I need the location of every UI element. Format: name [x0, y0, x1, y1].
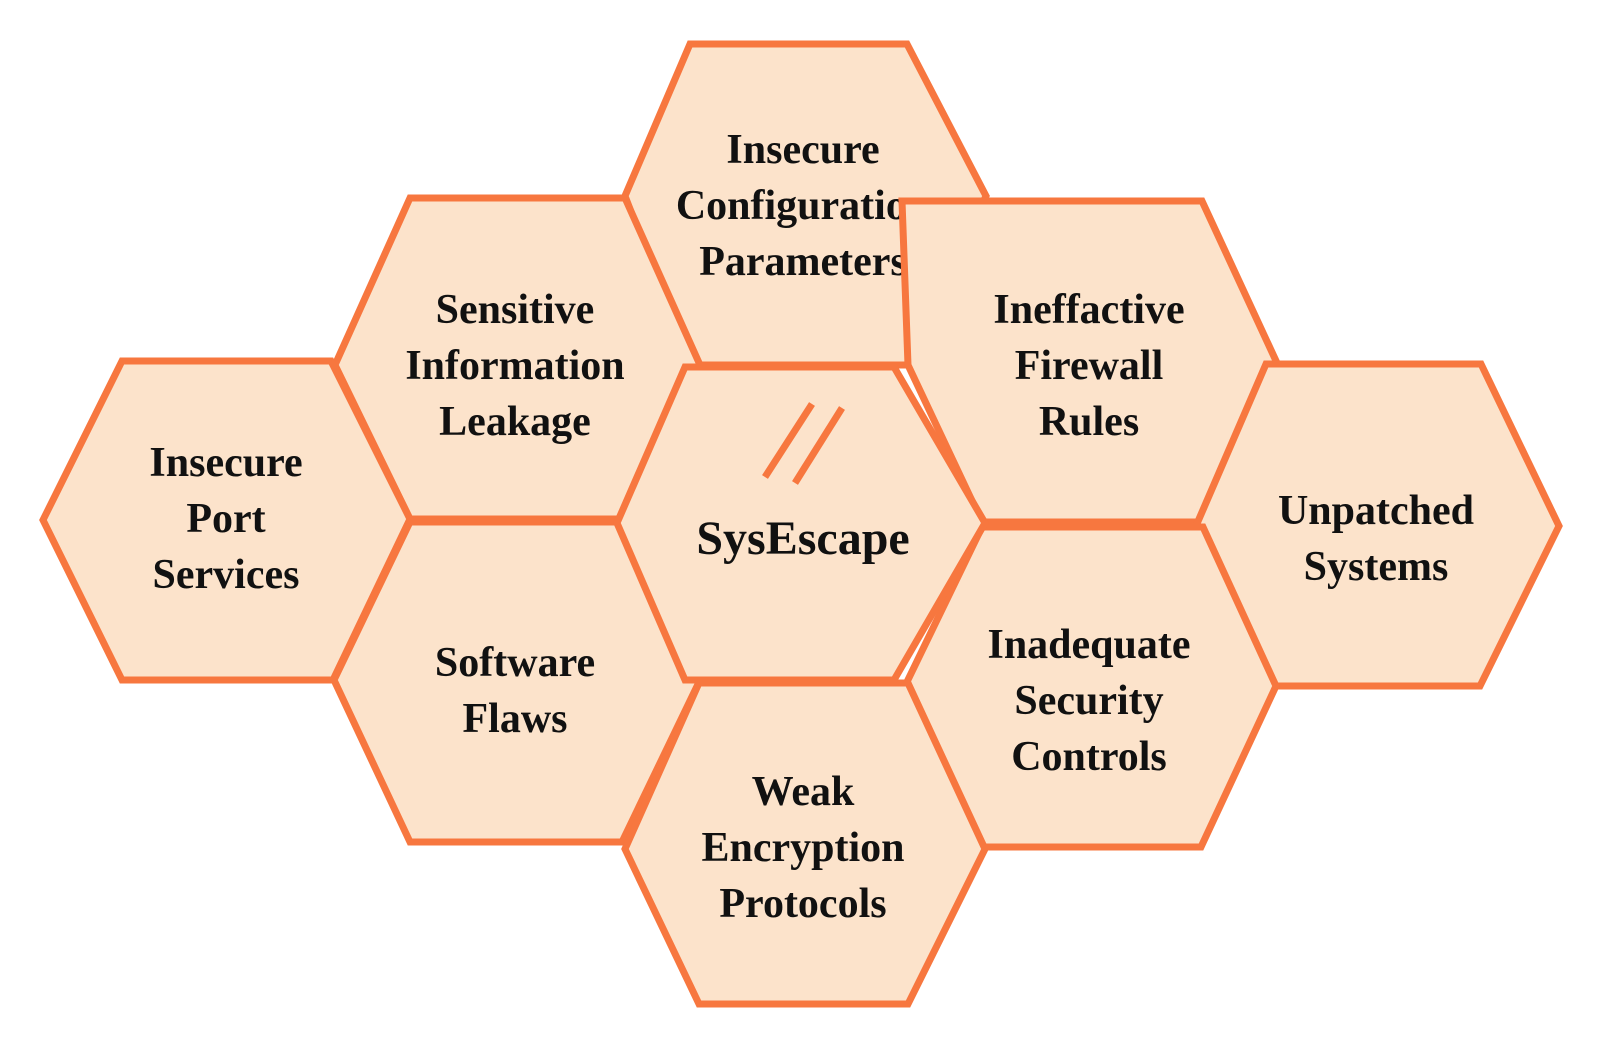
hexagon-diagram: Insecure Configuration Parameters Sensitive…	[39, 40, 1563, 1008]
hexagon-label-line: Insecure	[726, 127, 879, 173]
hexagon-label-line: Port	[186, 496, 265, 542]
hexagon-label-line: Insecure	[149, 440, 302, 486]
hexagon-label-line: Configuration	[676, 183, 930, 229]
hexagon-label-line: Information	[405, 343, 624, 389]
center-title: SysEscape	[696, 512, 909, 565]
hexagon-label-line: Software	[435, 640, 595, 686]
hexagon-label-line: Protocols	[719, 881, 886, 927]
hexagon-label-line: Flaws	[463, 696, 568, 742]
hexagon-label-line: Leakage	[439, 399, 591, 445]
hexagon-label-line: Rules	[1039, 399, 1139, 445]
hexagon-label-line: Services	[153, 552, 300, 598]
hexagon-label-line: Sensitive	[436, 287, 595, 333]
hexagon-label-line: Encryption	[701, 825, 904, 871]
hexagon-label-line: Unpatched	[1278, 488, 1474, 534]
hexagon-label-line: Inadequate	[987, 622, 1190, 668]
hexagon-label-line: Weak	[752, 769, 855, 815]
hexagon-weak-encryption-protocols: Weak Encryption Protocols	[621, 679, 989, 1008]
hexagon-label-line: Systems	[1304, 544, 1449, 590]
hexagon-label-line: Parameters	[699, 239, 907, 285]
hexagon-label-line: Controls	[1011, 734, 1167, 780]
hexagon-label-line: Security	[1014, 678, 1163, 724]
hexagon-label-line: Firewall	[1015, 343, 1164, 389]
hexagon-label-line: Ineffactive	[993, 287, 1184, 333]
